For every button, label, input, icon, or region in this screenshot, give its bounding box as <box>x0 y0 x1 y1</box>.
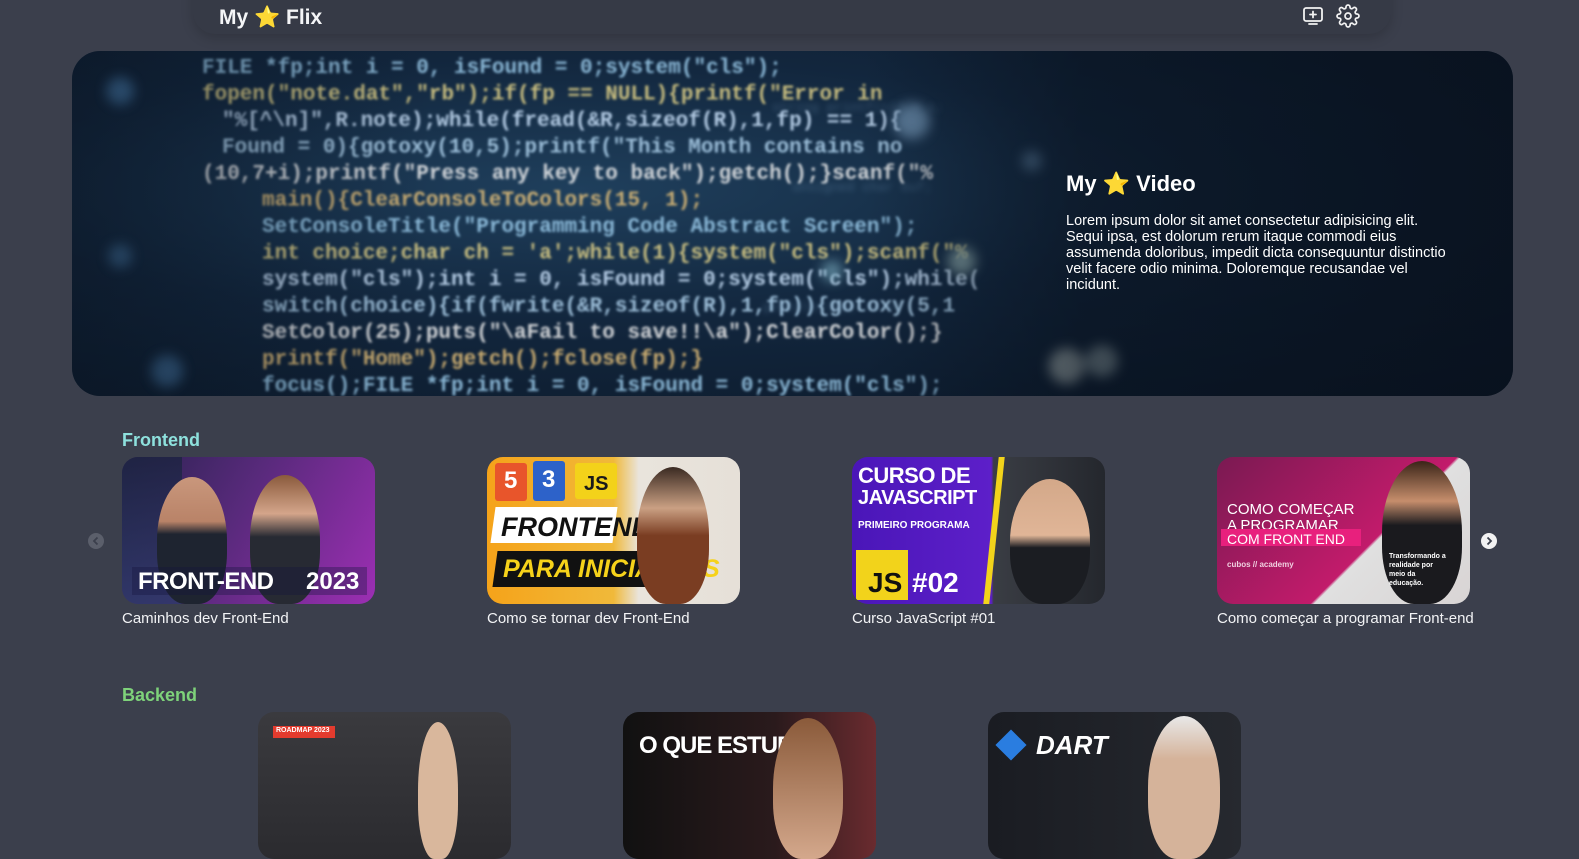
thumbnail-text: JS <box>868 567 903 598</box>
hero-description: Lorem ipsum dolor sit amet consectetur a… <box>1066 213 1446 293</box>
thumbnail-text: DART <box>1036 730 1108 760</box>
video-title[interactable]: Curso JavaScript #01 <box>852 610 1105 627</box>
video-card[interactable]: COMO COMEÇAR A PROGRAMAR COM FRONT END c… <box>1217 457 1474 627</box>
video-card[interactable]: FRONT-END 2023 Caminhos dev Front-End <box>122 457 375 627</box>
thumbnail-text: 5 <box>504 467 518 494</box>
video-thumbnail[interactable]: COMO COMEÇAR A PROGRAMAR COM FRONT END c… <box>1217 457 1470 604</box>
video-title[interactable]: Como se tornar dev Front-End <box>487 610 740 627</box>
thumbnail-text: #02 <box>912 567 959 598</box>
video-thumbnail[interactable]: CURSO DE JAVASCRIPT PRIMEIRO PROGRAMA JS… <box>852 457 1105 604</box>
thumbnail-text: JAVASCRIPT <box>858 487 977 509</box>
top-header: My ⭐ Flix <box>193 0 1391 34</box>
thumbnail-text: cubos // academy <box>1227 560 1294 569</box>
video-card[interactable]: CURSO DE JAVASCRIPT PRIMEIRO PROGRAMA JS… <box>852 457 1105 627</box>
app-logo[interactable]: My ⭐ Flix <box>219 6 322 30</box>
gear-icon[interactable] <box>1336 4 1362 28</box>
thumbnail-text: ROADMAP 2023 <box>276 727 330 734</box>
video-card[interactable]: 5 3 JS FRONTEND PARA INICIANTES Como se … <box>487 457 740 627</box>
carousel-next-button[interactable] <box>1481 533 1497 549</box>
thumbnail-text: FRONT-END <box>138 568 274 595</box>
hero-title: My ⭐ Video <box>1066 171 1196 196</box>
thumbnail-text: COMO COMEÇAR <box>1227 501 1355 518</box>
video-thumbnail[interactable]: 5 3 JS FRONTEND PARA INICIANTES <box>487 457 740 604</box>
add-to-screen-icon[interactable] <box>1301 4 1327 28</box>
video-thumbnail[interactable]: O QUE ESTUDAR <box>623 712 876 859</box>
video-card[interactable]: O QUE ESTUDAR <box>623 712 876 859</box>
chevron-right-icon <box>1486 536 1493 546</box>
thumbnail-text: Transformando a realidade por meio da ed… <box>1389 553 1446 587</box>
section-title-frontend: Frontend <box>122 430 200 450</box>
thumbnail-text: COM FRONT END <box>1227 531 1345 547</box>
video-card[interactable]: ROADMAP 2023 <box>258 712 511 859</box>
video-thumbnail[interactable]: DART <box>988 712 1241 859</box>
thumbnail-text: JS <box>584 473 609 495</box>
thumbnail-text: 2023 <box>306 568 360 595</box>
section-title-backend: Backend <box>122 685 198 705</box>
thumbnail-text: FRONTEND <box>501 512 651 542</box>
chevron-left-icon <box>92 536 99 546</box>
carousel-prev-button[interactable] <box>88 533 104 549</box>
video-card[interactable]: DART <box>988 712 1241 859</box>
hero-banner[interactable]: FILE *fp;int i = 0, isFound = 0;system("… <box>72 51 1513 396</box>
video-title[interactable]: Caminhos dev Front-End <box>122 610 375 627</box>
video-title[interactable]: Como começar a programar Front-end <box>1217 610 1474 627</box>
thumbnail-text: CURSO DE <box>858 463 971 488</box>
thumbnail-text: 3 <box>542 466 556 493</box>
video-thumbnail[interactable]: ROADMAP 2023 <box>258 712 511 859</box>
video-thumbnail[interactable]: FRONT-END 2023 <box>122 457 375 604</box>
thumbnail-text: PRIMEIRO PROGRAMA <box>858 520 970 531</box>
